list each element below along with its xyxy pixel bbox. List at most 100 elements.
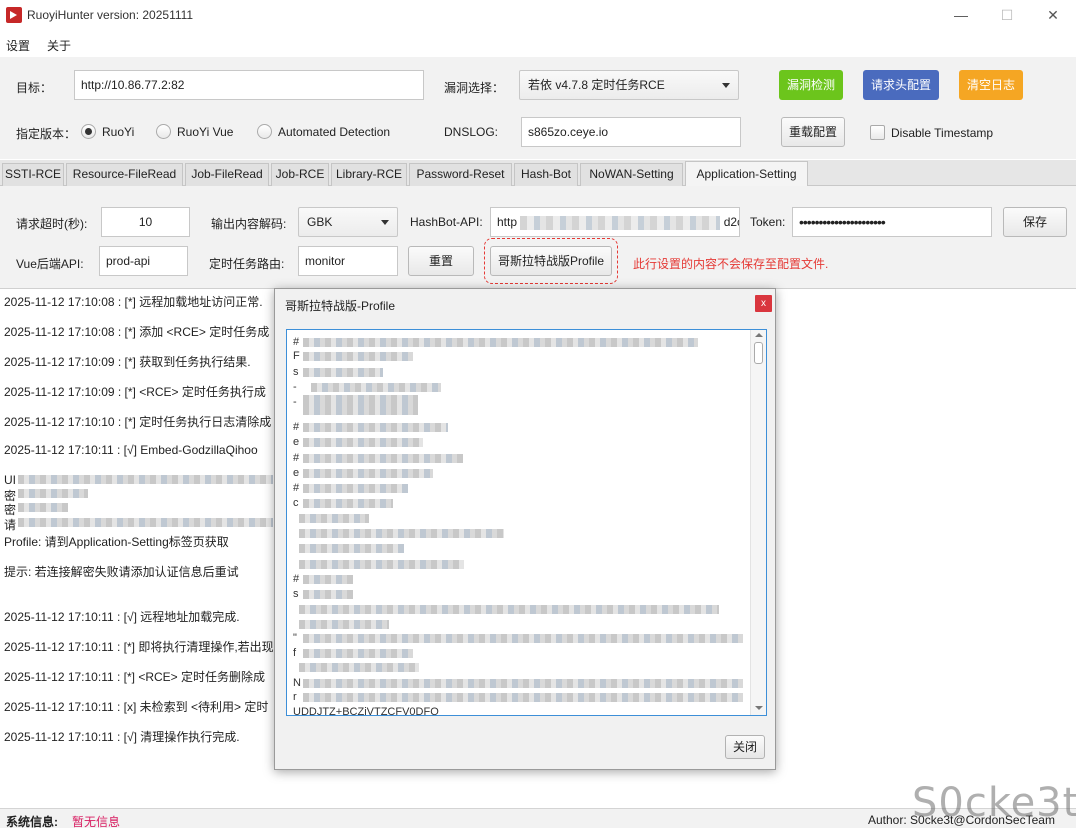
reload-config-button[interactable]: 重载配置 bbox=[781, 117, 845, 147]
tab-job-fileread[interactable]: Job-FileRead bbox=[185, 163, 269, 186]
radio-ruoyi-vue[interactable] bbox=[156, 124, 171, 139]
menu-settings[interactable]: 设置 bbox=[6, 37, 30, 54]
redacted-text bbox=[299, 544, 404, 553]
profile-line: e bbox=[293, 467, 300, 479]
tab-ssti-rce[interactable]: SSTI-RCE bbox=[2, 163, 64, 186]
profile-line: F bbox=[293, 350, 300, 362]
log-line: 2025-11-12 17:10:11 : [√] 清理操作执行完成. bbox=[4, 730, 240, 744]
dialog-close-icon[interactable]: x bbox=[755, 295, 772, 312]
redacted-text bbox=[303, 634, 743, 643]
tab-resource-fileread[interactable]: Resource-FileRead bbox=[66, 163, 183, 186]
application-settings-panel: 请求超时(秒): 10 输出内容解码: GBK HashBot-API: htt… bbox=[0, 186, 1076, 288]
minimize-button[interactable]: — bbox=[938, 0, 984, 30]
menu-bar: 设置 关于 bbox=[0, 31, 1076, 57]
dialog-close-button[interactable]: 关闭 bbox=[725, 735, 765, 759]
log-line: 2025-11-12 17:10:11 : [x] 未检索到 <待利用> 定时 bbox=[4, 700, 269, 714]
radio-ruoyi-vue-label: RuoYi Vue bbox=[177, 125, 234, 139]
scroll-down-icon[interactable] bbox=[755, 706, 763, 710]
log-line: 2025-11-12 17:10:11 : [√] Embed-Godzilla… bbox=[4, 443, 258, 457]
redacted-text bbox=[303, 484, 408, 493]
vuln-label: 漏洞选择： bbox=[444, 81, 505, 95]
radio-auto-detect-label: Automated Detection bbox=[278, 125, 391, 139]
profile-line: # bbox=[293, 452, 300, 464]
scrollbar-thumb[interactable] bbox=[754, 342, 763, 364]
decode-select-value: GBK bbox=[307, 215, 333, 229]
tab-nowan-setting[interactable]: NoWAN-Setting bbox=[580, 163, 683, 186]
redacted-text bbox=[18, 489, 88, 498]
redacted-text bbox=[303, 438, 423, 447]
save-button[interactable]: 保存 bbox=[1003, 207, 1067, 237]
disable-timestamp-checkbox[interactable] bbox=[870, 125, 885, 140]
redacted-url bbox=[520, 215, 721, 230]
vuln-select-value: 若依 v4.7.8 定时任务RCE bbox=[528, 78, 665, 92]
app-logo-icon bbox=[6, 7, 22, 23]
vuln-select[interactable]: 若依 v4.7.8 定时任务RCE bbox=[519, 70, 739, 100]
chevron-down-icon bbox=[722, 83, 730, 88]
redacted-text bbox=[303, 454, 463, 463]
dnslog-input[interactable]: s865zo.ceye.io bbox=[521, 117, 741, 147]
profile-line: UDDJTZ+BCZiVTZCFV0DFQ bbox=[293, 706, 439, 716]
clear-log-button[interactable]: 清空日志 bbox=[959, 70, 1023, 100]
version-label: 指定版本： bbox=[16, 127, 77, 141]
detect-button[interactable]: 漏洞检测 bbox=[779, 70, 843, 100]
profile-line: - bbox=[293, 396, 297, 408]
redacted-text bbox=[303, 368, 383, 377]
radio-ruoyi[interactable] bbox=[81, 124, 96, 139]
hashbot-input[interactable]: http d2c bbox=[490, 207, 740, 237]
scroll-up-icon[interactable] bbox=[755, 333, 763, 337]
token-label: Token: bbox=[750, 215, 786, 229]
profile-dialog: 哥斯拉特战版-Profile x # F s - - # e # e # c #… bbox=[274, 288, 776, 770]
target-input[interactable]: http://10.86.77.2:82 bbox=[74, 70, 424, 100]
profile-line: s bbox=[293, 366, 299, 378]
profile-button[interactable]: 哥斯拉特战版Profile bbox=[490, 246, 612, 276]
redacted-text bbox=[303, 649, 413, 658]
decode-select[interactable]: GBK bbox=[298, 207, 398, 237]
profile-line: - bbox=[293, 381, 297, 393]
decode-label: 输出内容解码: bbox=[211, 217, 287, 231]
profile-line: c bbox=[293, 497, 299, 509]
redacted-text bbox=[303, 679, 743, 688]
maximize-button[interactable]: ☐ bbox=[984, 0, 1030, 30]
close-window-button[interactable]: ✕ bbox=[1030, 0, 1076, 30]
note-text: 此行设置的内容不会保存至配置文件. bbox=[633, 257, 829, 271]
redacted-text bbox=[303, 469, 433, 478]
tab-password-reset[interactable]: Password-Reset bbox=[409, 163, 512, 186]
log-line: 2025-11-12 17:10:11 : [*] <RCE> 定时任务删除成 bbox=[4, 670, 266, 684]
profile-line: r bbox=[293, 691, 297, 703]
log-line: 2025-11-12 17:10:11 : [*] 即将执行清理操作,若出现 bbox=[4, 640, 274, 654]
vue-api-label: Vue后端API: bbox=[16, 257, 84, 271]
token-input[interactable]: •••••••••••••••••••••• bbox=[792, 207, 992, 237]
radio-auto-detect[interactable] bbox=[257, 124, 272, 139]
tab-job-rce[interactable]: Job-RCE bbox=[271, 163, 329, 186]
tab-library-rce[interactable]: Library-RCE bbox=[331, 163, 407, 186]
redacted-text bbox=[303, 338, 698, 347]
target-label: 目标： bbox=[16, 81, 53, 95]
profile-line: s bbox=[293, 588, 299, 600]
redacted-text bbox=[311, 383, 441, 392]
profile-textarea[interactable]: # F s - - # e # e # c # s " f N r UDDJTZ… bbox=[286, 329, 767, 716]
redacted-text bbox=[299, 560, 464, 569]
redacted-text bbox=[303, 395, 418, 415]
chevron-down-icon bbox=[381, 220, 389, 225]
redacted-text bbox=[299, 605, 719, 614]
profile-line: " bbox=[293, 632, 297, 644]
menu-about[interactable]: 关于 bbox=[47, 37, 71, 54]
reset-button[interactable]: 重置 bbox=[408, 246, 474, 276]
redacted-text bbox=[303, 423, 448, 432]
tab-hash-bot[interactable]: Hash-Bot bbox=[514, 163, 578, 186]
tab-application-setting[interactable]: Application-Setting bbox=[685, 161, 808, 187]
log-line: 2025-11-12 17:10:09 : [*] 获取到任务执行结果. bbox=[4, 355, 251, 369]
redacted-text bbox=[299, 620, 389, 629]
title-bar: RuoyiHunter version: 20251111 — ☐ ✕ bbox=[0, 0, 1076, 30]
profile-scrollbar[interactable] bbox=[750, 330, 766, 715]
job-route-input[interactable]: monitor bbox=[298, 246, 398, 276]
timeout-input[interactable]: 10 bbox=[101, 207, 190, 237]
redacted-text bbox=[299, 514, 369, 523]
header-config-button[interactable]: 请求头配置 bbox=[863, 70, 939, 100]
tab-bar: SSTI-RCE Resource-FileRead Job-FileRead … bbox=[0, 160, 1076, 187]
vue-api-input[interactable]: prod-api bbox=[99, 246, 188, 276]
redacted-text bbox=[303, 499, 393, 508]
hashbot-suffix: d2c bbox=[723, 215, 739, 229]
profile-line: # bbox=[293, 336, 300, 348]
watermark-text: S0cke3t bbox=[912, 780, 1076, 826]
